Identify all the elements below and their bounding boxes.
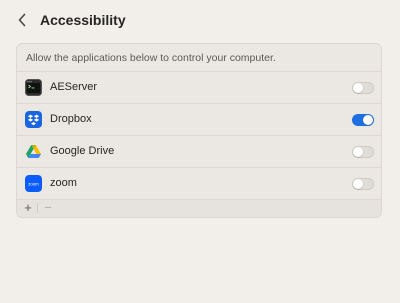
- app-list: AEServer Dropbox Google Drive zoom zoom: [17, 71, 381, 199]
- aeserver-app-icon: [25, 79, 42, 96]
- app-label: zoom: [50, 177, 77, 189]
- add-app-button[interactable]: +: [19, 200, 37, 216]
- back-button[interactable]: [12, 9, 32, 31]
- aeserver-toggle[interactable]: [352, 82, 374, 94]
- app-label: AEServer: [50, 81, 98, 93]
- footer-divider: [37, 203, 38, 213]
- remove-app-button[interactable]: −: [39, 200, 57, 216]
- dropbox-toggle[interactable]: [352, 114, 374, 126]
- google-drive-toggle[interactable]: [352, 146, 374, 158]
- toggle-knob: [353, 179, 363, 189]
- app-label: Dropbox: [50, 113, 92, 125]
- app-row-aeserver: AEServer: [17, 71, 381, 103]
- toggle-knob: [353, 83, 363, 93]
- app-row-zoom: zoom zoom: [17, 167, 381, 199]
- accessibility-apps-panel: Allow the applications below to control …: [16, 43, 382, 218]
- dropbox-app-icon: [25, 111, 42, 128]
- svg-text:zoom: zoom: [28, 181, 39, 186]
- zoom-app-icon: zoom: [25, 175, 42, 192]
- app-row-dropbox: Dropbox: [17, 103, 381, 135]
- toggle-knob: [363, 115, 373, 125]
- zoom-toggle[interactable]: [352, 178, 374, 190]
- toggle-knob: [353, 147, 363, 157]
- app-label: Google Drive: [50, 145, 115, 157]
- list-footer: + −: [17, 199, 381, 217]
- google-drive-app-icon: [25, 143, 42, 160]
- page-title: Accessibility: [40, 12, 126, 28]
- panel-description: Allow the applications below to control …: [26, 52, 276, 64]
- app-row-google-drive: Google Drive: [17, 135, 381, 167]
- chevron-left-icon: [18, 13, 26, 27]
- header: Accessibility: [0, 0, 400, 42]
